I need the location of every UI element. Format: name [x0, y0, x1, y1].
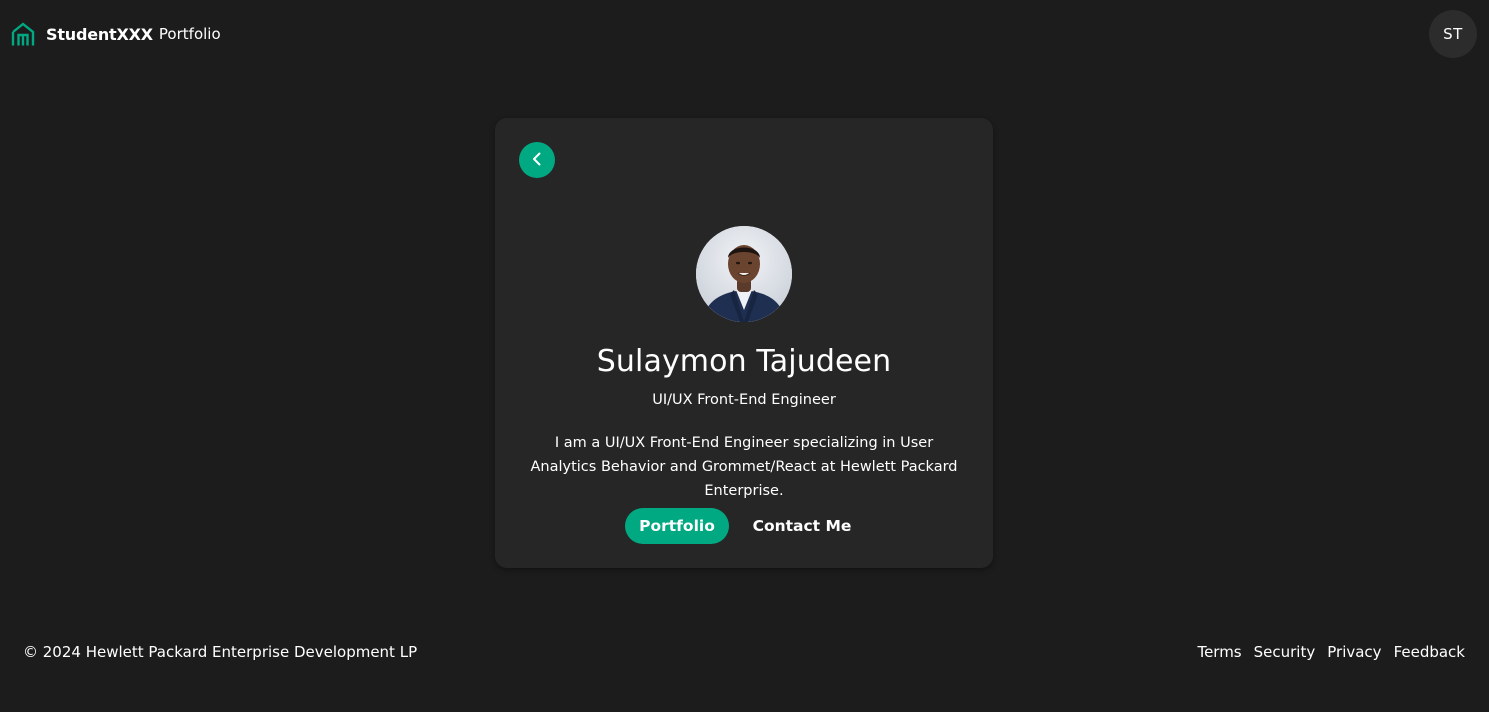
- footer-link-feedback[interactable]: Feedback: [1394, 642, 1465, 662]
- copyright-text: © 2024 Hewlett Packard Enterprise Develo…: [23, 643, 418, 661]
- profile-card: Sulaymon Tajudeen UI/UX Front-End Engine…: [495, 118, 993, 568]
- app-root: StudentXXX Portfolio ST Sulaymon Tajudee…: [0, 0, 1489, 712]
- profile-photo: [696, 226, 792, 322]
- footer-link-privacy[interactable]: Privacy: [1327, 642, 1381, 662]
- profile-bio: I am a UI/UX Front-End Engineer speciali…: [530, 435, 958, 499]
- back-button[interactable]: [519, 142, 555, 178]
- app-footer: © 2024 Hewlett Packard Enterprise Develo…: [0, 636, 1489, 668]
- home-icon: [11, 21, 35, 47]
- contact-me-button[interactable]: Contact Me: [747, 508, 857, 544]
- footer-link-security[interactable]: Security: [1254, 642, 1316, 662]
- portfolio-button[interactable]: Portfolio: [625, 508, 729, 544]
- brand-link[interactable]: StudentXXX Portfolio: [11, 21, 221, 47]
- profile-actions: Portfolio Contact Me: [495, 508, 993, 544]
- brand-name: StudentXXX: [46, 24, 153, 44]
- app-header: StudentXXX Portfolio ST: [0, 0, 1489, 68]
- user-avatar-button[interactable]: ST: [1429, 10, 1477, 58]
- footer-links: Terms Security Privacy Feedback: [1197, 642, 1465, 662]
- profile-name: Sulaymon Tajudeen: [596, 344, 892, 379]
- profile-role: UI/UX Front-End Engineer: [652, 392, 836, 408]
- footer-link-terms[interactable]: Terms: [1197, 642, 1241, 662]
- brand-subtitle: Portfolio: [158, 25, 221, 43]
- chevron-left-icon: [530, 151, 544, 170]
